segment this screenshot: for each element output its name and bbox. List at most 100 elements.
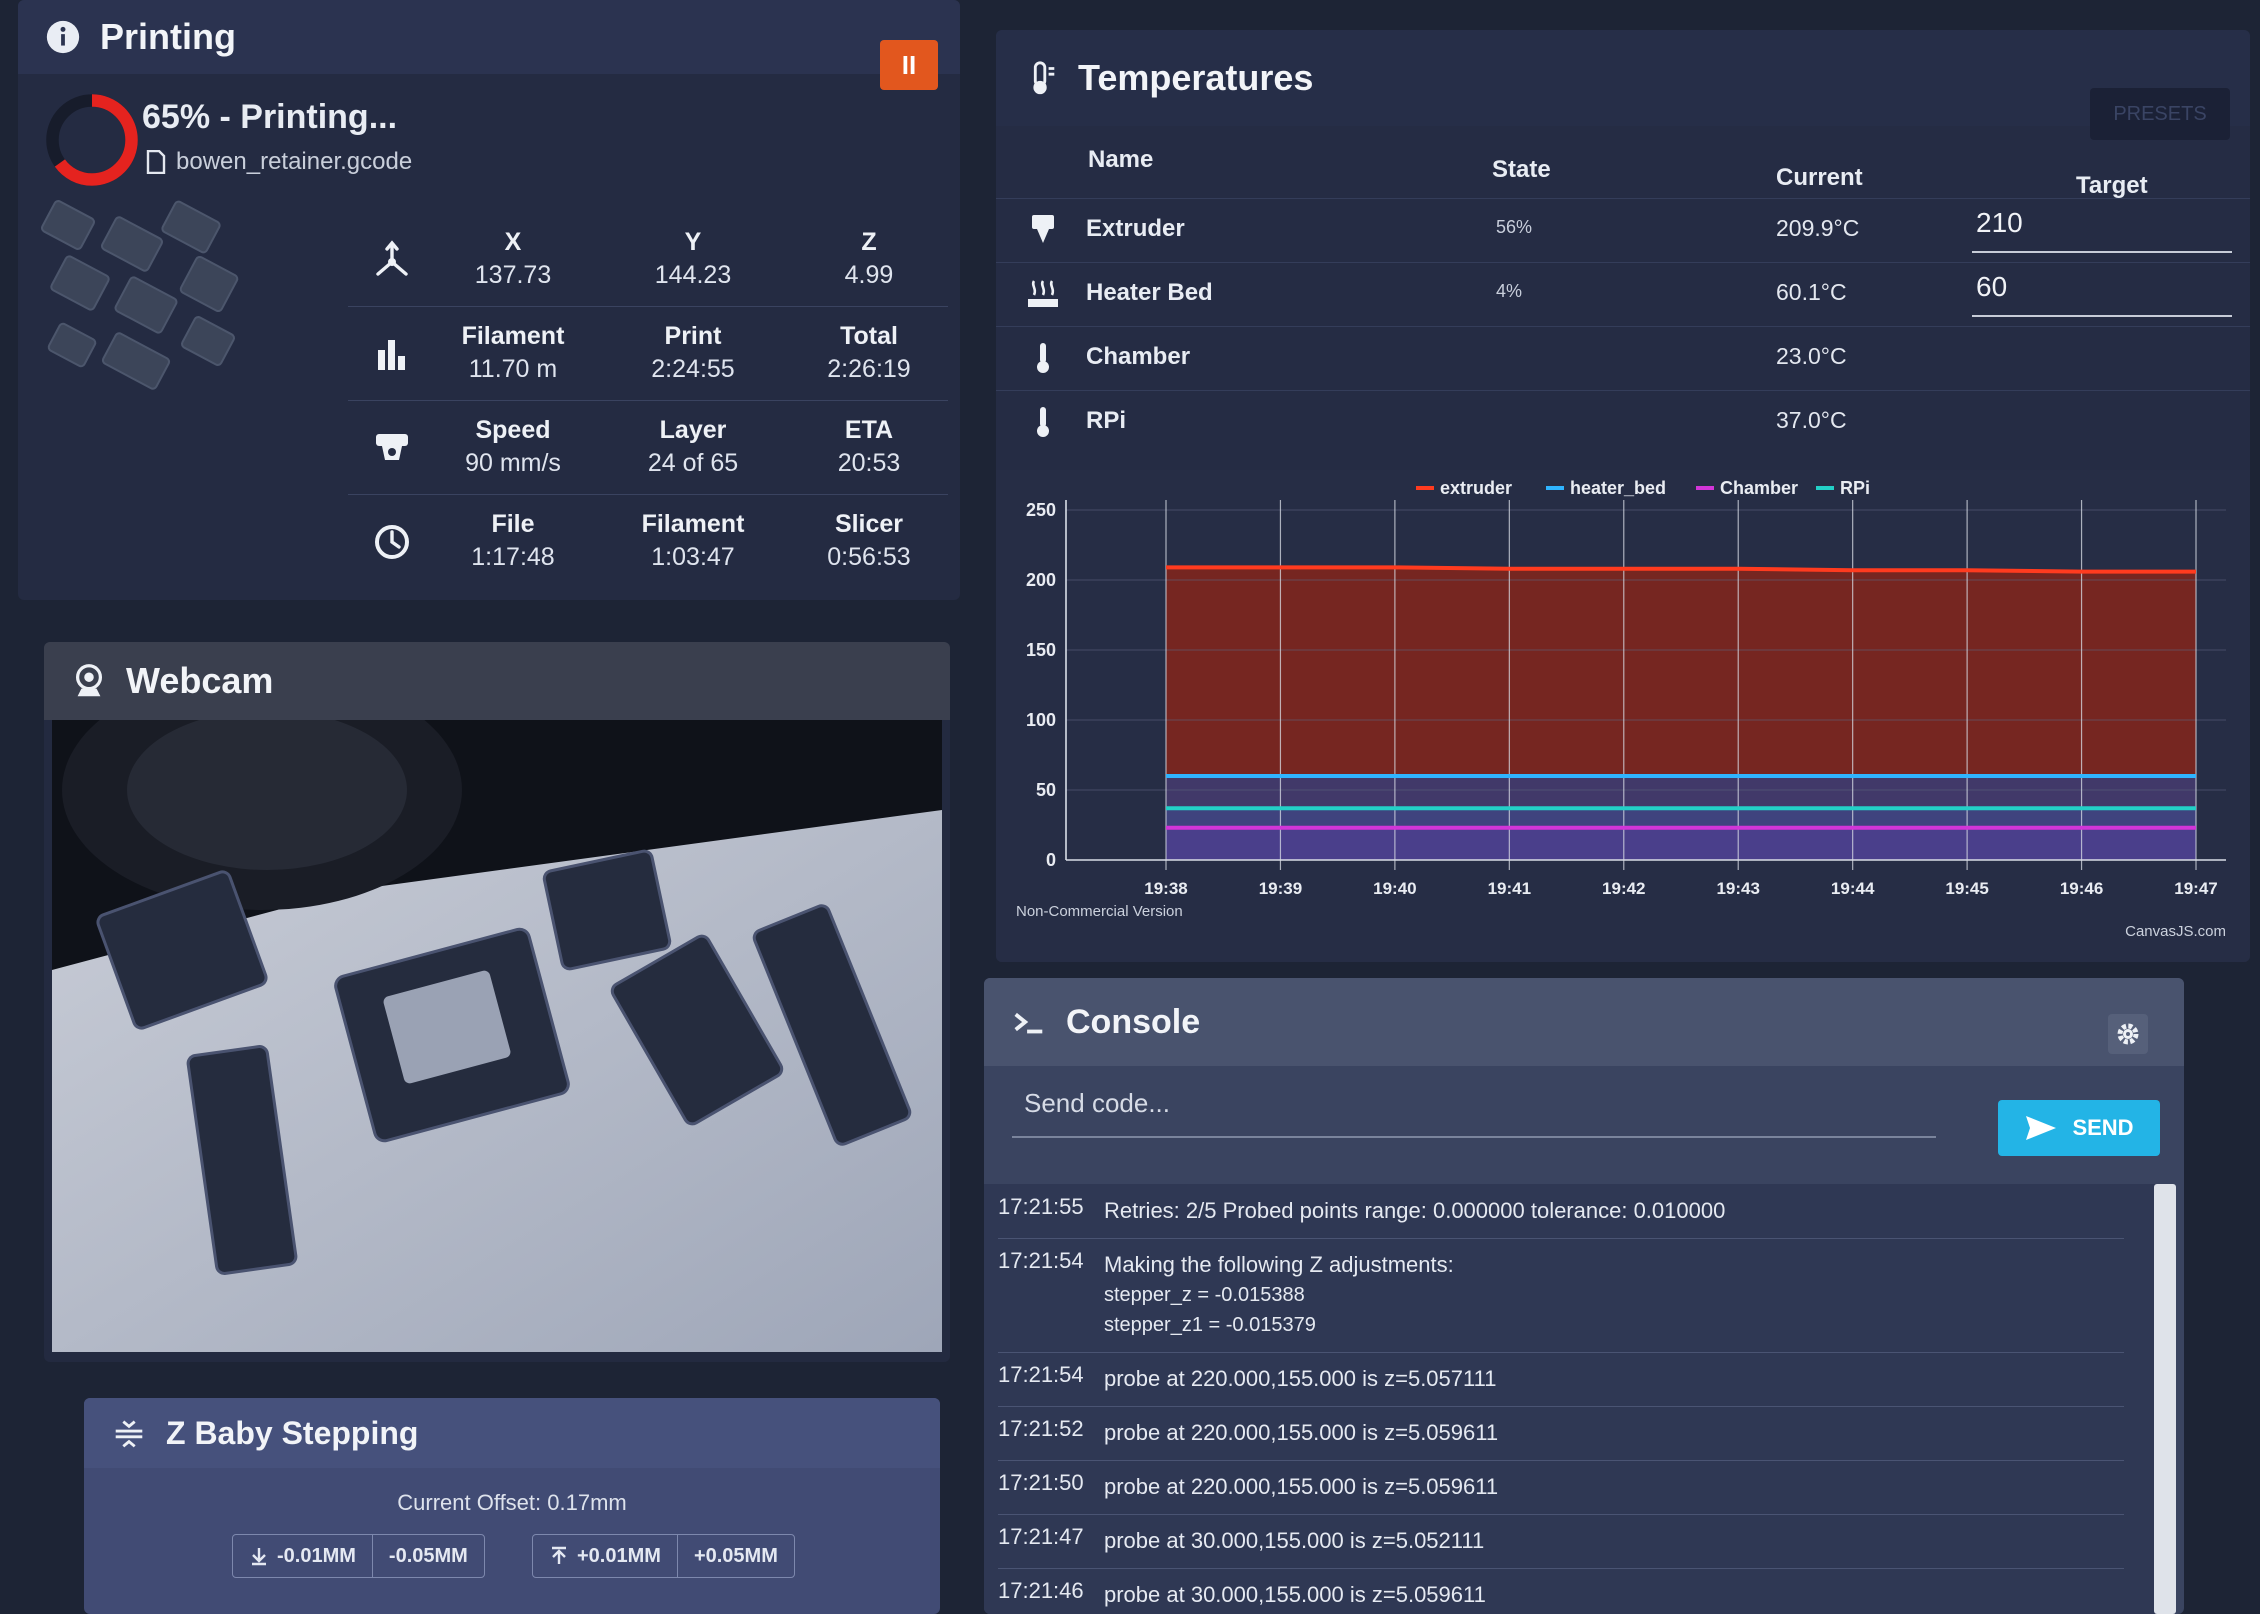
layer-progress: Layer 24 of 65 <box>647 416 739 477</box>
x-tick-label: 19:43 <box>1716 879 1759 898</box>
console-title: Console <box>1066 1002 1201 1041</box>
heater-bed-icon <box>1028 280 1058 307</box>
series-area-Chamber <box>1166 827 2196 860</box>
webcam-icon <box>75 664 103 697</box>
temp-name: RPi <box>1086 407 1127 434</box>
extruder-icon <box>1032 215 1054 243</box>
y-tick-label: 150 <box>1026 640 1056 660</box>
y-tick-label: 100 <box>1026 710 1056 730</box>
log-line: probe at 220.000,155.000 is z=5.059611 <box>1104 1420 1499 1445</box>
arrow-down-icon <box>252 1548 266 1566</box>
log-line: probe at 220.000,155.000 is z=5.057111 <box>1104 1366 1497 1391</box>
heater-bed-target-input[interactable]: 60 <box>1972 271 2232 317</box>
usage-row: Filament 11.70 m Print 2:24:55 Total 2:26:1… <box>348 308 948 401</box>
log-line: stepper_z1 = -0.015379 <box>1104 1314 1316 1336</box>
filament-estimate: Filament 1:03:47 <box>641 510 745 571</box>
log-message: probe at 220.000,155.000 is z=5.059611 <box>1104 1472 1498 1502</box>
y-tick-label: 250 <box>1026 500 1056 520</box>
thermometer-icon <box>1033 61 1055 95</box>
log-entry: 17:21:55 Retries: 2/5 Probed points range… <box>998 1184 2124 1239</box>
temperatures-header: Temperatures <box>996 30 2250 126</box>
progress-ring <box>46 94 138 186</box>
printing-panel: Printing II 65% - Printing... bowen_reta… <box>18 0 960 600</box>
position-y: Y 144.23 <box>654 228 732 289</box>
temp-name: Chamber <box>1086 343 1191 370</box>
filament-used: Filament 11.70 m <box>461 322 565 383</box>
print-status: 65% - Printing... <box>142 98 398 136</box>
x-tick-label: 19:40 <box>1373 879 1416 898</box>
legend-label-Chamber: Chamber <box>1720 478 1798 498</box>
log-timestamp: 17:21:50 <box>998 1470 1084 1495</box>
temperatures-panel: Temperatures PRESETS Name State Current … <box>996 30 2250 962</box>
bar-chart-icon <box>378 340 405 370</box>
temp-state: 4% <box>1496 281 1523 301</box>
presets-button[interactable]: PRESETS <box>2090 88 2230 140</box>
y-tick-label: 0 <box>1046 850 1056 870</box>
sensor-thermometer-icon <box>1037 343 1049 373</box>
filename: bowen_retainer.gcode <box>176 148 413 175</box>
pause-button[interactable]: II <box>880 40 938 90</box>
y-tick-label: 200 <box>1026 570 1056 590</box>
col-target: Target <box>2076 172 2148 199</box>
x-tick-label: 19:41 <box>1488 879 1531 898</box>
log-message: probe at 220.000,155.000 is z=5.057111 <box>1104 1364 1496 1394</box>
y-tick-label: 50 <box>1036 780 1056 800</box>
log-line: probe at 30.000,155.000 is z=5.059611 <box>1104 1582 1486 1607</box>
temp-name: Heater Bed <box>1086 279 1213 306</box>
z-up-small-button[interactable]: +0.01MM <box>533 1535 677 1577</box>
clock-icon <box>375 525 409 559</box>
log-entry: 17:21:54 probe at 220.000,155.000 is z=5.… <box>998 1352 2124 1407</box>
console-log[interactable]: 17:21:55 Retries: 2/5 Probed points range… <box>984 1184 2164 1614</box>
temperature-chart: 0 50 100 150 200 250 19:38 19:39 19:40 19:41 19:42… <box>996 470 2250 962</box>
console-scrollbar[interactable] <box>2154 1184 2176 1614</box>
z-baby-title: Z Baby Stepping <box>166 1414 419 1451</box>
log-message: probe at 30.000,155.000 is z=5.052111 <box>1104 1526 1484 1556</box>
extruder-target-input[interactable]: 210 <box>1972 207 2232 253</box>
temp-current: 23.0°C <box>1776 343 1847 369</box>
file-estimate: File 1:17:48 <box>471 510 555 571</box>
x-tick-label: 19:46 <box>2060 879 2103 898</box>
file-icon <box>146 150 166 174</box>
chart-watermark-right: CanvasJS.com <box>2125 923 2226 940</box>
print-time: Print 2:24:55 <box>651 322 735 383</box>
col-state: State <box>1492 156 1551 183</box>
log-line: stepper_z = -0.015388 <box>1104 1284 1305 1306</box>
temperature-chart-svg: 0 50 100 150 200 250 19:38 19:39 19:40 19:41 19:42… <box>1016 478 2226 940</box>
legend-label-heater_bed: heater_bed <box>1570 478 1666 498</box>
x-tick-label: 19:39 <box>1259 879 1302 898</box>
z-up-large-button[interactable]: +0.05MM <box>676 1535 794 1577</box>
send-button[interactable]: SEND <box>1998 1100 2160 1156</box>
webcam-panel: Webcam <box>44 642 950 1362</box>
log-timestamp: 17:21:54 <box>998 1362 1084 1387</box>
temp-current: 37.0°C <box>1776 407 1847 433</box>
z-baby-stepping-panel: Z Baby Stepping Current Offset: 0.17mm -… <box>84 1398 940 1614</box>
webcam-stream[interactable] <box>52 720 942 1352</box>
z-down-large-button[interactable]: -0.05MM <box>371 1535 484 1577</box>
printing-title: Printing <box>100 16 236 57</box>
x-tick-label: 19:38 <box>1144 879 1187 898</box>
estimates-row: File 1:17:48 Filament 1:03:47 Slicer 0:56:5… <box>348 496 948 588</box>
x-tick-label: 19:42 <box>1602 879 1645 898</box>
temp-row-extruder: Extruder 56% 209.9°C 210 <box>996 198 2250 261</box>
file-row: bowen_retainer.gcode <box>146 148 412 176</box>
col-current: Current <box>1776 164 1863 191</box>
legend-label-RPi: RPi <box>1840 478 1870 498</box>
log-line: Retries: 2/5 Probed points range: 0.0000… <box>1104 1198 1726 1223</box>
z-down-small-button[interactable]: -0.01MM <box>233 1535 372 1577</box>
arrow-up-icon <box>552 1546 566 1564</box>
print-speed: Speed 90 mm/s <box>465 416 561 477</box>
eta: ETA 20:53 <box>837 416 901 477</box>
send-code-input[interactable]: Send code... <box>1012 1078 1936 1138</box>
console-settings-button[interactable] <box>2108 1014 2148 1054</box>
position-z: Z 4.99 <box>844 228 894 289</box>
total-time: Total 2:26:19 <box>827 322 911 383</box>
log-timestamp: 17:21:52 <box>998 1416 1084 1441</box>
print-thumbnail <box>41 200 239 390</box>
printing-header: Printing <box>18 0 960 74</box>
send-icon <box>2026 1116 2057 1140</box>
log-entry: 17:21:50 probe at 220.000,155.000 is z=5.… <box>998 1460 2124 1515</box>
temp-row-chamber: Chamber 23.0°C <box>996 326 2250 389</box>
log-timestamp: 17:21:47 <box>998 1524 1084 1549</box>
log-timestamp: 17:21:54 <box>998 1248 1084 1273</box>
x-tick-label: 19:44 <box>1831 879 1875 898</box>
